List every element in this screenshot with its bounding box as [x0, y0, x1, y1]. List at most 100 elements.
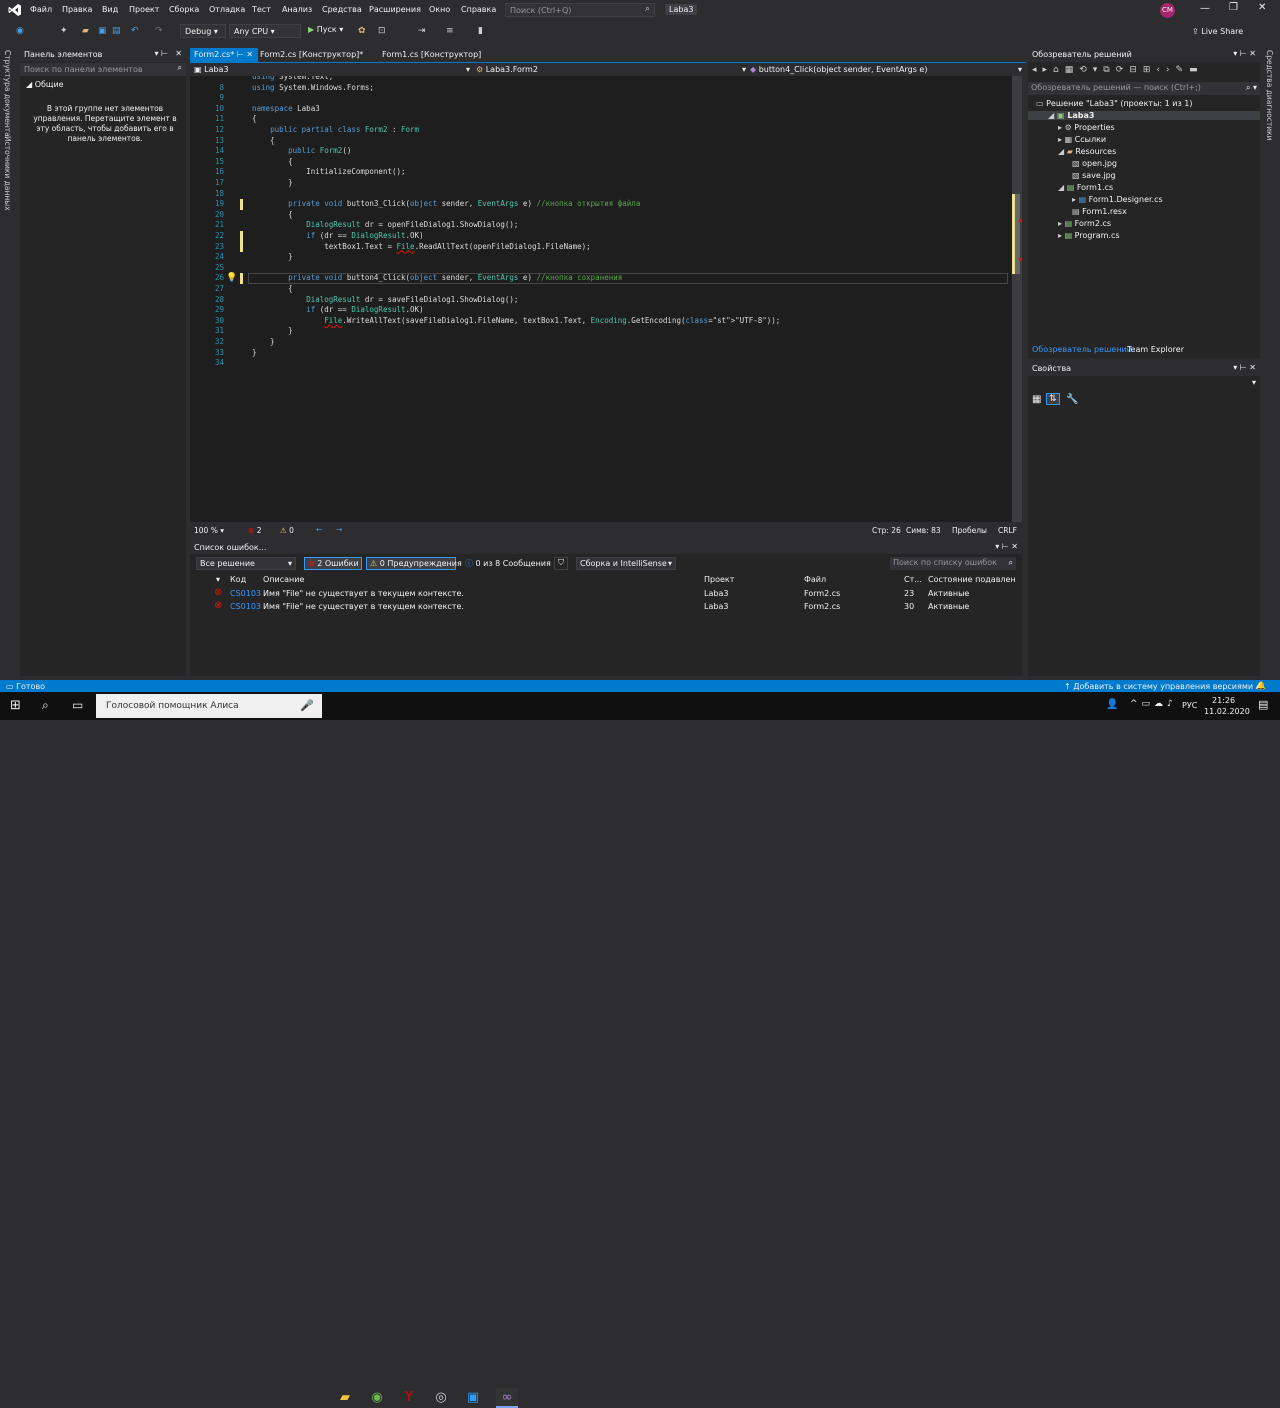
- add-to-source-control[interactable]: ↑ Добавить в систему управления версиями…: [1064, 682, 1260, 691]
- new-project-icon[interactable]: ✦: [60, 26, 68, 36]
- store-icon[interactable]: ▣: [462, 1388, 484, 1408]
- error-count[interactable]: ⊗ 2: [248, 526, 261, 535]
- toolbox-search-input[interactable]: Поиск по панели элементов ⌕: [20, 63, 186, 76]
- save-all-icon[interactable]: ▤: [112, 26, 121, 36]
- save-icon[interactable]: ▣: [98, 26, 107, 36]
- menu-item[interactable]: Справка: [461, 5, 496, 14]
- side-tab-data-sources[interactable]: Источники данных: [3, 136, 12, 211]
- tree-item[interactable]: ▭ Решение "Laba3" (проекты: 1 из 1): [1036, 99, 1192, 108]
- back-icon[interactable]: ◉: [16, 26, 24, 36]
- property-pages-icon[interactable]: 🔧: [1066, 394, 1078, 405]
- tab-team-explorer[interactable]: Team Explorer: [1127, 345, 1184, 354]
- yandex-icon[interactable]: Y: [398, 1388, 420, 1408]
- alphabetical-icon[interactable]: ⇅: [1046, 393, 1060, 405]
- tree-item[interactable]: ▸ ▤ Form2.cs: [1058, 219, 1111, 228]
- clock-time[interactable]: 21:26: [1212, 696, 1235, 705]
- tree-item[interactable]: ◢ ▣ Laba3: [1028, 111, 1260, 120]
- error-code[interactable]: CS0103: [230, 602, 261, 611]
- whitespace-mode[interactable]: Пробелы: [952, 526, 987, 535]
- filter-icon[interactable]: ⛉: [554, 557, 568, 570]
- error-row[interactable]: ⊗ CS0103 Имя "File" не существует в текуще…: [194, 587, 1022, 600]
- project-dropdown[interactable]: ▣ Laba3 ▾: [194, 65, 470, 74]
- code-line[interactable]: {: [252, 114, 257, 125]
- search-icon[interactable]: ⌕: [42, 698, 49, 713]
- tree-item[interactable]: ▸ ⚙ Properties: [1058, 123, 1115, 132]
- code-line[interactable]: }: [252, 348, 257, 359]
- toolbox-group[interactable]: ◢ Общие: [26, 80, 64, 89]
- col-file[interactable]: Файл: [804, 575, 826, 584]
- categorized-icon[interactable]: ▦: [1032, 394, 1041, 405]
- browser-icon[interactable]: ◉: [366, 1388, 388, 1408]
- bookmark-icon[interactable]: ▮: [478, 26, 483, 36]
- code-line[interactable]: private void button3_Click(object sender…: [252, 199, 640, 210]
- tab-solution-explorer[interactable]: Обозреватель решений: [1032, 345, 1132, 354]
- code-line[interactable]: using System.Text;: [252, 76, 333, 83]
- attach-icon[interactable]: ✿: [358, 26, 366, 36]
- pin-icon[interactable]: ⊢: [237, 50, 244, 59]
- menu-item[interactable]: Окно: [429, 5, 450, 14]
- minimize-button[interactable]: —: [1200, 3, 1210, 14]
- alice-search-box[interactable]: Голосовой помощник Алиса 🎤: [96, 694, 322, 718]
- code-line[interactable]: DialogResult dr = saveFileDialog1.ShowDi…: [252, 295, 518, 306]
- steam-icon[interactable]: ◎: [430, 1388, 452, 1408]
- member-dropdown[interactable]: ◆ button4_Click(object sender, EventArgs…: [750, 65, 1022, 74]
- menu-item[interactable]: Файл: [30, 5, 52, 14]
- error-code[interactable]: CS0103: [230, 589, 261, 598]
- col-description[interactable]: Описание: [263, 575, 304, 584]
- scope-select[interactable]: Все решение ▾: [196, 557, 296, 570]
- avatar[interactable]: CM: [1160, 3, 1175, 18]
- zoom-select[interactable]: 100 % ▾: [194, 526, 224, 535]
- code-line[interactable]: DialogResult dr = openFileDialog1.ShowDi…: [252, 220, 518, 231]
- code-line[interactable]: {: [252, 157, 293, 168]
- properties-object-select[interactable]: ▾: [1028, 378, 1260, 390]
- redo-icon[interactable]: ↷: [155, 26, 163, 36]
- menu-item[interactable]: Отладка: [209, 5, 245, 14]
- open-icon[interactable]: ▰: [82, 26, 89, 36]
- tree-item[interactable]: ▤ Form1.resx: [1072, 207, 1127, 216]
- search-input[interactable]: Поиск (Ctrl+Q) ⌕: [505, 3, 655, 17]
- code-line[interactable]: {: [252, 284, 293, 295]
- camera-icon[interactable]: ⊡: [378, 26, 386, 36]
- language-indicator[interactable]: РУС: [1182, 701, 1197, 710]
- close-panel-icon[interactable]: ▾ ⊢ ✕: [995, 542, 1018, 551]
- close-panel-icon[interactable]: ✕: [175, 49, 182, 58]
- task-view-icon[interactable]: ▭: [72, 698, 83, 712]
- code-line[interactable]: File.WriteAllText(saveFileDialog1.FileNa…: [252, 316, 780, 327]
- undo-icon[interactable]: ↶: [131, 26, 139, 36]
- close-window-button[interactable]: ✕: [1258, 2, 1266, 13]
- menu-item[interactable]: Расширения: [369, 5, 421, 14]
- visual-studio-icon[interactable]: ∞: [496, 1388, 518, 1408]
- menu-item[interactable]: Анализ: [282, 5, 312, 14]
- config-select[interactable]: Debug ▾: [180, 24, 226, 38]
- line-ending[interactable]: CRLF: [998, 526, 1017, 535]
- code-line[interactable]: if (dr == DialogResult.OK): [252, 231, 423, 242]
- error-search-input[interactable]: Поиск по списку ошибок ⌕: [890, 557, 1016, 570]
- windows-start-icon[interactable]: ⊞: [10, 698, 21, 713]
- code-line[interactable]: namespace Laba3: [252, 104, 320, 115]
- tree-item[interactable]: ▧ save.jpg: [1072, 171, 1116, 180]
- panel-controls-icon[interactable]: ▾ ⊢ ✕: [1233, 49, 1256, 58]
- tree-item[interactable]: ▸ ▤ Form1.Designer.cs: [1072, 195, 1163, 204]
- panel-controls-icon[interactable]: ▾ ⊢ ✕: [1233, 363, 1256, 372]
- code-line[interactable]: InitializeComponent();: [252, 167, 405, 178]
- errors-filter-button[interactable]: ⊗ 2 Ошибки: [304, 557, 362, 570]
- warnings-filter-button[interactable]: ⚠ 0 Предупреждения: [366, 557, 462, 570]
- notification-icon[interactable]: 🔔: [1256, 681, 1266, 690]
- code-line[interactable]: {: [252, 210, 293, 221]
- error-row[interactable]: ⊗ CS0103 Имя "File" не существует в текуще…: [194, 600, 1022, 613]
- format-icon[interactable]: ⇥: [418, 26, 426, 36]
- warning-count[interactable]: ⚠ 0: [280, 526, 294, 535]
- build-select[interactable]: Сборка и IntelliSense ▾: [576, 557, 676, 570]
- tree-item[interactable]: ▸ ▦ Ссылки: [1058, 135, 1106, 144]
- code-line[interactable]: if (dr == DialogResult.OK): [252, 305, 423, 316]
- code-line[interactable]: }: [252, 178, 293, 189]
- code-line[interactable]: public partial class Form2 : Form: [252, 125, 419, 136]
- clock-date[interactable]: 11.02.2020: [1204, 707, 1250, 716]
- nav-back-icon[interactable]: ←: [316, 525, 322, 534]
- code-line[interactable]: }: [252, 252, 293, 263]
- close-icon[interactable]: ✕: [246, 50, 253, 59]
- vertical-scrollbar[interactable]: [1012, 76, 1022, 522]
- live-share-button[interactable]: ⇪ Live Share: [1192, 27, 1243, 36]
- maximize-button[interactable]: ❐: [1229, 2, 1238, 13]
- code-line[interactable]: }: [252, 326, 293, 337]
